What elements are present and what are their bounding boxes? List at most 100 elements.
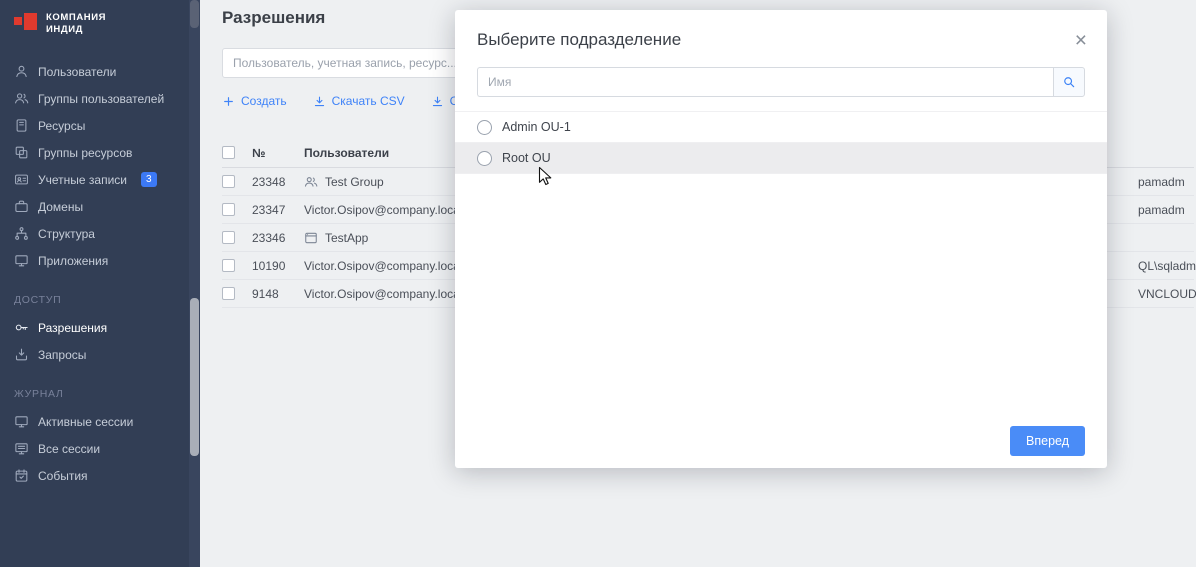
sidebar-item-applications[interactable]: Приложения — [0, 247, 200, 274]
sidebar: КОМПАНИЯ ИНДИД Пользователи Группы польз… — [0, 0, 200, 567]
select-ou-modal: Выберите подразделение × Admin OU-1 Root… — [455, 10, 1107, 468]
application-window-icon — [304, 231, 318, 245]
row-account: pamadm — [1138, 168, 1185, 195]
sidebar-item-structure[interactable]: Структура — [0, 220, 200, 247]
sidebar-item-label: Приложения — [38, 254, 108, 268]
ou-option-root-ou[interactable]: Root OU — [455, 143, 1107, 174]
sidebar-item-domains[interactable]: Домены — [0, 193, 200, 220]
row-number: 9148 — [252, 287, 304, 301]
row-checkbox[interactable] — [222, 231, 235, 244]
row-number: 23346 — [252, 231, 304, 245]
modal-search — [455, 67, 1107, 97]
ou-option-label: Admin OU-1 — [502, 120, 571, 134]
ou-radio[interactable] — [477, 120, 492, 135]
sidebar-item-label: Разрешения — [38, 321, 107, 335]
sidebar-item-users[interactable]: Пользователи — [0, 58, 200, 85]
close-icon[interactable]: × — [1075, 30, 1087, 51]
logo-line2: ИНДИД — [46, 24, 83, 35]
company-logo: КОМПАНИЯ ИНДИД — [0, 0, 200, 36]
row-user: Victor.Osipov@company.loca — [304, 203, 460, 217]
sidebar-section-access: ДОСТУП — [0, 294, 200, 306]
row-account: QL\sqladm — [1138, 252, 1196, 279]
modal-title: Выберите подразделение — [477, 30, 681, 50]
sidebar-item-user-groups[interactable]: Группы пользователей — [0, 85, 200, 112]
ou-options-list: Admin OU-1 Root OU — [455, 111, 1107, 174]
calendar-check-icon — [14, 468, 29, 483]
scrollbar-thumb[interactable] — [190, 298, 199, 456]
sidebar-item-all-sessions[interactable]: Все сессии — [0, 435, 200, 462]
row-checkbox[interactable] — [222, 259, 235, 272]
sidebar-item-resource-groups[interactable]: Группы ресурсов — [0, 139, 200, 166]
sidebar-item-events[interactable]: События — [0, 462, 200, 489]
tree-structure-icon — [14, 226, 29, 241]
row-number: 10190 — [252, 259, 304, 273]
app-root: КОМПАНИЯ ИНДИД Пользователи Группы польз… — [0, 0, 1196, 567]
select-all-checkbox[interactable] — [222, 146, 235, 159]
id-card-icon — [14, 172, 29, 187]
download-icon — [431, 95, 444, 108]
sidebar-item-label: Все сессии — [38, 442, 100, 456]
modal-footer: Вперед — [1010, 426, 1085, 456]
sidebar-item-label: Учетные записи — [38, 173, 127, 187]
sidebar-item-label: Ресурсы — [38, 119, 85, 133]
inbox-download-icon — [14, 347, 29, 362]
sidebar-item-permissions[interactable]: Разрешения — [0, 314, 200, 341]
sidebar-item-active-sessions[interactable]: Активные сессии — [0, 408, 200, 435]
users-icon — [14, 91, 29, 106]
scrollbar-segment-top[interactable] — [190, 0, 199, 28]
user-icon — [14, 64, 29, 79]
accounts-count-badge: 3 — [141, 172, 157, 187]
create-button[interactable]: Создать — [222, 94, 287, 108]
column-header-users: Пользователи — [304, 146, 389, 160]
sidebar-item-requests[interactable]: Запросы — [0, 341, 200, 368]
download-icon — [313, 95, 326, 108]
row-checkbox[interactable] — [222, 203, 235, 216]
company-logo-text: КОМПАНИЯ ИНДИД — [46, 12, 106, 36]
group-icon — [304, 175, 318, 189]
row-number: 23348 — [252, 175, 304, 189]
row-number: 23347 — [252, 203, 304, 217]
search-icon — [1062, 75, 1076, 89]
row-user: Victor.Osipov@company.loca — [304, 287, 460, 301]
sidebar-item-label: Структура — [38, 227, 95, 241]
row-user: TestApp — [325, 231, 368, 245]
sidebar-item-label: Активные сессии — [38, 415, 133, 429]
row-account: pamadm — [1138, 196, 1185, 223]
sidebar-item-label: Группы пользователей — [38, 92, 164, 106]
row-user: Victor.Osipov@company.loca — [304, 259, 460, 273]
sidebar-item-label: Домены — [38, 200, 83, 214]
sidebar-item-label: События — [38, 469, 88, 483]
ou-option-admin-ou-1[interactable]: Admin OU-1 — [455, 112, 1107, 143]
column-header-number: № — [252, 146, 304, 160]
sidebar-scrollbar — [189, 0, 200, 567]
monitor-list-icon — [14, 441, 29, 456]
sidebar-item-label: Пользователи — [38, 65, 116, 79]
monitor-icon — [14, 253, 29, 268]
ou-name-search-input[interactable] — [477, 67, 1053, 97]
next-button[interactable]: Вперед — [1010, 426, 1085, 456]
resource-groups-icon — [14, 145, 29, 160]
modal-header: Выберите подразделение × — [455, 10, 1107, 67]
company-logo-icon — [14, 12, 38, 36]
create-button-label: Создать — [241, 94, 287, 108]
ou-radio[interactable] — [477, 151, 492, 166]
download-csv-label: Скачать CSV — [332, 94, 405, 108]
sidebar-item-resources[interactable]: Ресурсы — [0, 112, 200, 139]
row-checkbox[interactable] — [222, 175, 235, 188]
sidebar-menu: Пользователи Группы пользователей Ресурс… — [0, 58, 200, 489]
monitor-icon — [14, 414, 29, 429]
sidebar-item-label: Запросы — [38, 348, 86, 362]
briefcase-icon — [14, 199, 29, 214]
logo-line1: КОМПАНИЯ — [46, 12, 106, 23]
sidebar-section-journal: ЖУРНАЛ — [0, 388, 200, 400]
row-user: Test Group — [325, 175, 384, 189]
row-account: VNCLOUD\user — [1138, 280, 1196, 307]
row-checkbox[interactable] — [222, 287, 235, 300]
download-csv-button[interactable]: Скачать CSV — [313, 94, 405, 108]
sidebar-item-label: Группы ресурсов — [38, 146, 132, 160]
search-button[interactable] — [1053, 67, 1085, 97]
ou-option-label: Root OU — [502, 151, 551, 165]
resource-icon — [14, 118, 29, 133]
plus-icon — [222, 95, 235, 108]
sidebar-item-accounts[interactable]: Учетные записи 3 — [0, 166, 200, 193]
